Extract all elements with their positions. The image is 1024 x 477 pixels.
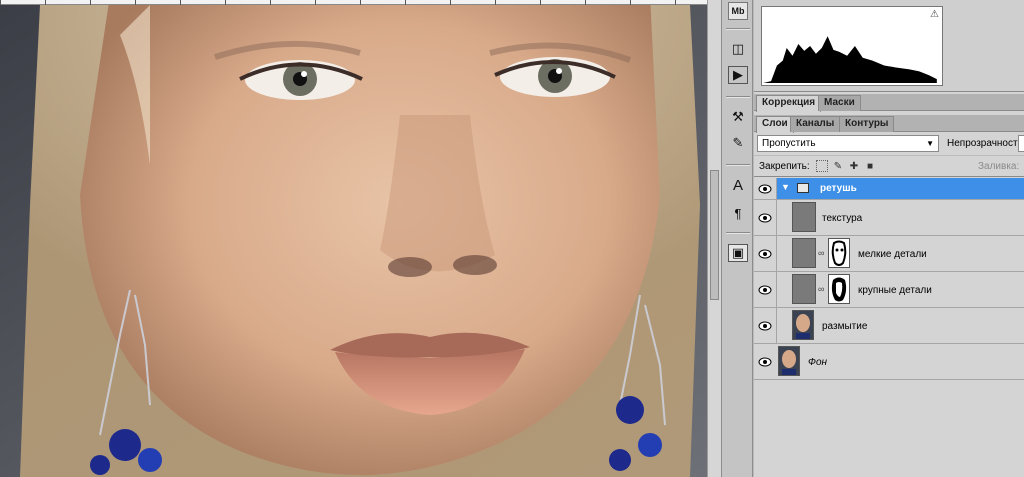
lock-position-icon[interactable]: ✚	[848, 160, 860, 172]
layers-list: ▼ ретушь текстура ∞ мелкие детали ∞ круп…	[754, 178, 1024, 477]
lock-pixels-icon[interactable]: ✎	[832, 160, 844, 172]
tab-masks[interactable]: Маски	[818, 95, 861, 111]
eye-icon[interactable]	[757, 183, 773, 195]
layer-row-texture[interactable]: текстура	[754, 200, 1024, 236]
cache-warning-icon[interactable]: ⚠	[930, 9, 939, 20]
clone-source-icon[interactable]: ⚒	[728, 108, 748, 126]
layer-thumbnail	[792, 274, 816, 304]
play-actions-icon[interactable]: ▶	[728, 66, 748, 84]
lock-row: Закрепить: ✎ ✚ ■ Заливка:	[754, 157, 1024, 177]
scrollbar-thumb[interactable]	[710, 170, 719, 300]
layer-thumbnail	[792, 202, 816, 232]
tab-paths[interactable]: Контуры	[839, 116, 895, 132]
panel-icon-strip: Mb ◫ ▶ ⚒ ✎ A ¶ ▣	[721, 0, 753, 477]
brush-preset-icon[interactable]: ✎	[728, 134, 748, 152]
layer-name: ретушь	[820, 183, 857, 194]
layer-row-background[interactable]: Фон	[754, 344, 1024, 380]
eye-icon[interactable]	[757, 248, 773, 260]
layer-row-fine-details[interactable]: ∞ мелкие детали	[754, 236, 1024, 272]
layer-row-large-details[interactable]: ∞ крупные детали	[754, 272, 1024, 308]
lock-all-icon[interactable]: ■	[864, 160, 876, 172]
eye-icon[interactable]	[757, 284, 773, 296]
folder-icon	[797, 183, 809, 193]
layer-comps-icon[interactable]: ◫	[728, 40, 748, 58]
divider	[726, 232, 750, 234]
layer-mask-thumbnail[interactable]	[828, 238, 850, 268]
layer-name: Фон	[808, 357, 828, 368]
layer-name: крупные детали	[858, 285, 932, 296]
adjustments-tabbar: Коррекция Маски	[754, 94, 1024, 112]
blend-mode-select[interactable]: Пропустить ▼	[757, 135, 939, 152]
layer-name: текстура	[822, 213, 863, 224]
tab-channels[interactable]: Каналы	[790, 116, 841, 132]
layer-thumbnail	[792, 310, 814, 340]
document-canvas[interactable]	[0, 0, 707, 477]
layers-tabbar: Слои Каналы Контуры	[754, 115, 1024, 133]
histogram-graph: ⚠	[761, 6, 943, 86]
opacity-field[interactable]	[1018, 135, 1024, 152]
layer-row-blur[interactable]: размытие	[754, 308, 1024, 344]
portrait-photo	[0, 5, 707, 477]
layer-thumbnail	[778, 346, 800, 376]
fill-label: Заливка:	[978, 161, 1020, 172]
layer-mask-thumbnail[interactable]	[828, 274, 850, 304]
divider	[726, 164, 750, 166]
divider	[726, 96, 750, 98]
link-icon[interactable]: ∞	[818, 248, 824, 258]
eye-icon[interactable]	[757, 320, 773, 332]
tab-layers[interactable]: Слои	[756, 116, 794, 133]
layer-row-retouch[interactable]: ▼ ретушь	[754, 178, 1024, 200]
lock-transparent-icon[interactable]	[816, 160, 828, 172]
navigator-icon[interactable]: ▣	[728, 244, 748, 262]
blend-row: Пропустить ▼ Непрозрачность:	[754, 132, 1024, 156]
right-panels: ⚠ Коррекция Маски Слои Каналы Контуры Пр…	[754, 0, 1024, 477]
histogram-panel: ⚠	[754, 0, 1024, 92]
layer-thumbnail	[792, 238, 816, 268]
paragraph-icon[interactable]: ¶	[728, 204, 748, 222]
link-icon[interactable]: ∞	[818, 284, 824, 294]
mini-bridge-icon[interactable]: Mb	[728, 2, 748, 20]
character-icon[interactable]: A	[728, 176, 748, 194]
layer-name: размытие	[822, 321, 868, 332]
chevron-down-icon: ▼	[926, 139, 934, 148]
canvas-vertical-scrollbar[interactable]	[707, 0, 721, 477]
group-expand-icon[interactable]: ▼	[781, 182, 790, 192]
lock-label: Закрепить:	[759, 161, 810, 172]
eye-icon[interactable]	[757, 212, 773, 224]
divider	[726, 28, 750, 30]
layer-name: мелкие детали	[858, 249, 927, 260]
eye-icon[interactable]	[757, 356, 773, 368]
opacity-label: Непрозрачность:	[947, 138, 1024, 149]
tab-adjustments[interactable]: Коррекция	[756, 95, 822, 112]
